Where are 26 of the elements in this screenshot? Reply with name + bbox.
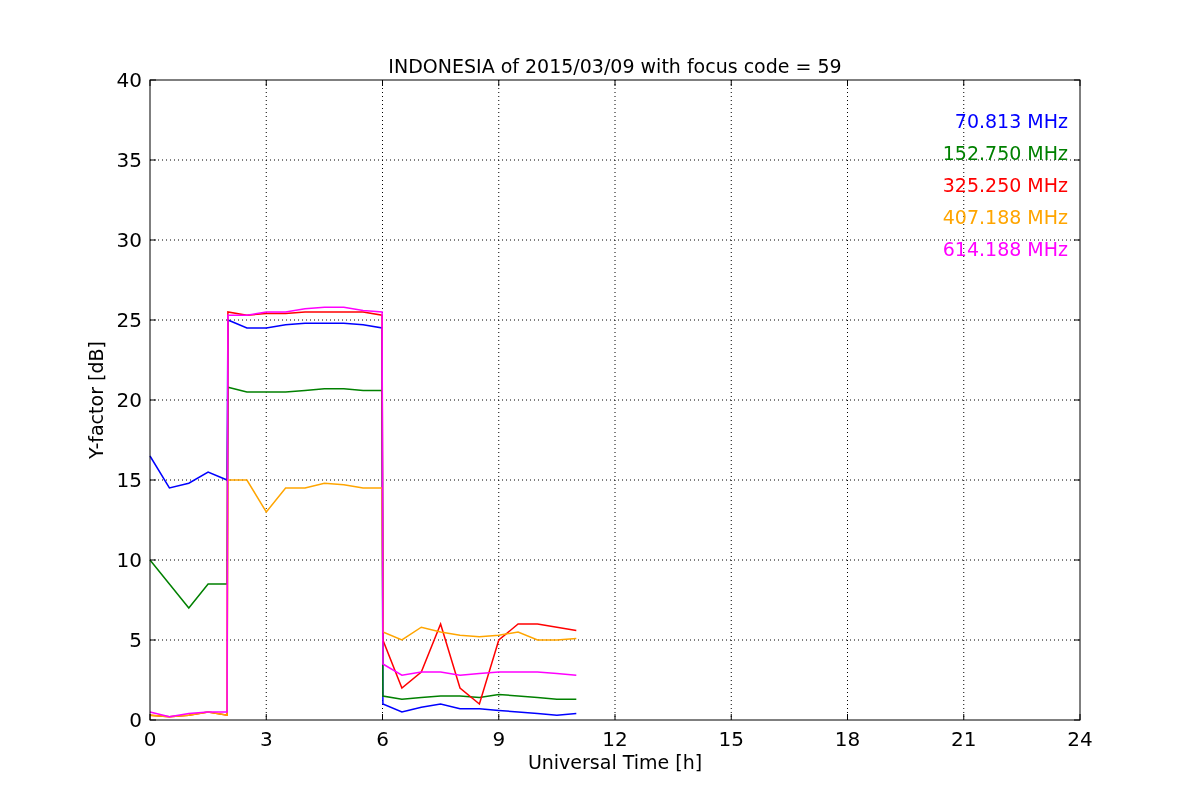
x-tick-label: 6 <box>376 727 389 751</box>
y-tick-label: 20 <box>116 388 142 412</box>
legend-label: 325.250 MHz <box>942 174 1068 196</box>
y-tick-label: 5 <box>129 628 142 652</box>
legend-label: 407.188 MHz <box>942 206 1068 228</box>
y-tick-label: 15 <box>116 468 142 492</box>
x-tick-label: 3 <box>259 727 273 751</box>
x-tick-label: 12 <box>602 727 628 751</box>
y-tick-label: 25 <box>116 308 142 332</box>
y-tick-label: 35 <box>116 148 142 172</box>
y-axis-label: Y-factor [dB] <box>85 341 107 459</box>
y-tick-label: 40 <box>116 68 142 92</box>
y-tick-label: 30 <box>116 228 142 252</box>
x-tick-label: 18 <box>834 727 861 751</box>
x-tick-label: 0 <box>143 727 157 751</box>
legend-label: 152.750 MHz <box>942 142 1068 164</box>
y-tick-label: 0 <box>129 708 142 732</box>
legend-label: 614.188 MHz <box>942 238 1068 260</box>
chart-title: INDONESIA of 2015/03/09 with focus code = 59 <box>388 55 842 77</box>
x-axis-label: Universal Time [h] <box>527 751 703 773</box>
x-tick-label: 9 <box>492 727 506 751</box>
x-tick-label: 24 <box>1067 727 1093 751</box>
legend-label: 70.813 MHz <box>954 110 1068 132</box>
x-tick-label: 15 <box>718 727 744 751</box>
x-tick-label: 21 <box>951 727 977 751</box>
y-tick-label: 10 <box>116 548 142 572</box>
